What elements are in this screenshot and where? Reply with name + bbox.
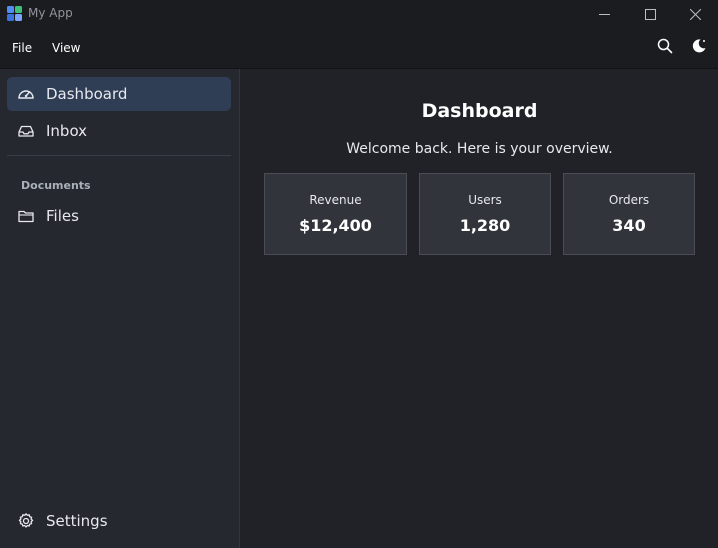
title-bar: My App bbox=[0, 0, 718, 28]
minimize-icon bbox=[598, 5, 610, 24]
sidebar-item-label: Files bbox=[46, 207, 79, 225]
menu-bar: File View bbox=[0, 28, 718, 69]
sidebar-item-label: Dashboard bbox=[46, 85, 128, 103]
menu-file[interactable]: File bbox=[12, 41, 32, 55]
menu-view[interactable]: View bbox=[52, 41, 80, 55]
stat-card-orders: Orders 340 bbox=[563, 173, 695, 255]
sidebar-item-files[interactable]: Files bbox=[7, 199, 231, 233]
theme-toggle-button[interactable] bbox=[689, 38, 709, 58]
close-icon bbox=[689, 5, 701, 24]
main-content: Dashboard Welcome back. Here is your ove… bbox=[241, 69, 718, 548]
sidebar: Dashboard Inbox Documents Files Settings bbox=[0, 69, 240, 548]
folder-icon bbox=[17, 207, 35, 225]
section-label-documents: Documents bbox=[21, 179, 91, 192]
sidebar-item-dashboard[interactable]: Dashboard bbox=[7, 77, 231, 111]
sidebar-item-label: Inbox bbox=[46, 122, 88, 140]
window-title: My App bbox=[28, 6, 73, 20]
stat-value: $12,400 bbox=[299, 216, 372, 235]
stat-label: Users bbox=[468, 193, 502, 207]
sidebar-divider bbox=[7, 155, 231, 156]
minimize-button[interactable] bbox=[581, 0, 627, 28]
gear-icon bbox=[17, 512, 35, 530]
sidebar-item-settings[interactable]: Settings bbox=[7, 504, 231, 538]
search-button[interactable] bbox=[655, 38, 675, 58]
moon-icon bbox=[691, 38, 707, 58]
inbox-icon bbox=[17, 122, 35, 140]
sidebar-item-label: Settings bbox=[46, 512, 108, 530]
stat-value: 1,280 bbox=[459, 216, 511, 235]
page-title: Dashboard bbox=[421, 100, 538, 122]
search-icon bbox=[657, 38, 673, 58]
maximize-button[interactable] bbox=[627, 0, 673, 28]
maximize-icon bbox=[644, 5, 656, 24]
page-subtitle: Welcome back. Here is your overview. bbox=[346, 141, 613, 157]
gauge-icon bbox=[17, 85, 35, 103]
sidebar-item-inbox[interactable]: Inbox bbox=[7, 114, 231, 148]
stat-card-revenue: Revenue $12,400 bbox=[264, 173, 407, 255]
stat-card-users: Users 1,280 bbox=[419, 173, 551, 255]
stat-label: Revenue bbox=[309, 193, 362, 207]
stat-label: Orders bbox=[608, 193, 650, 207]
stat-value: 340 bbox=[612, 216, 646, 235]
close-button[interactable] bbox=[672, 0, 718, 28]
app-logo-icon bbox=[7, 6, 22, 21]
